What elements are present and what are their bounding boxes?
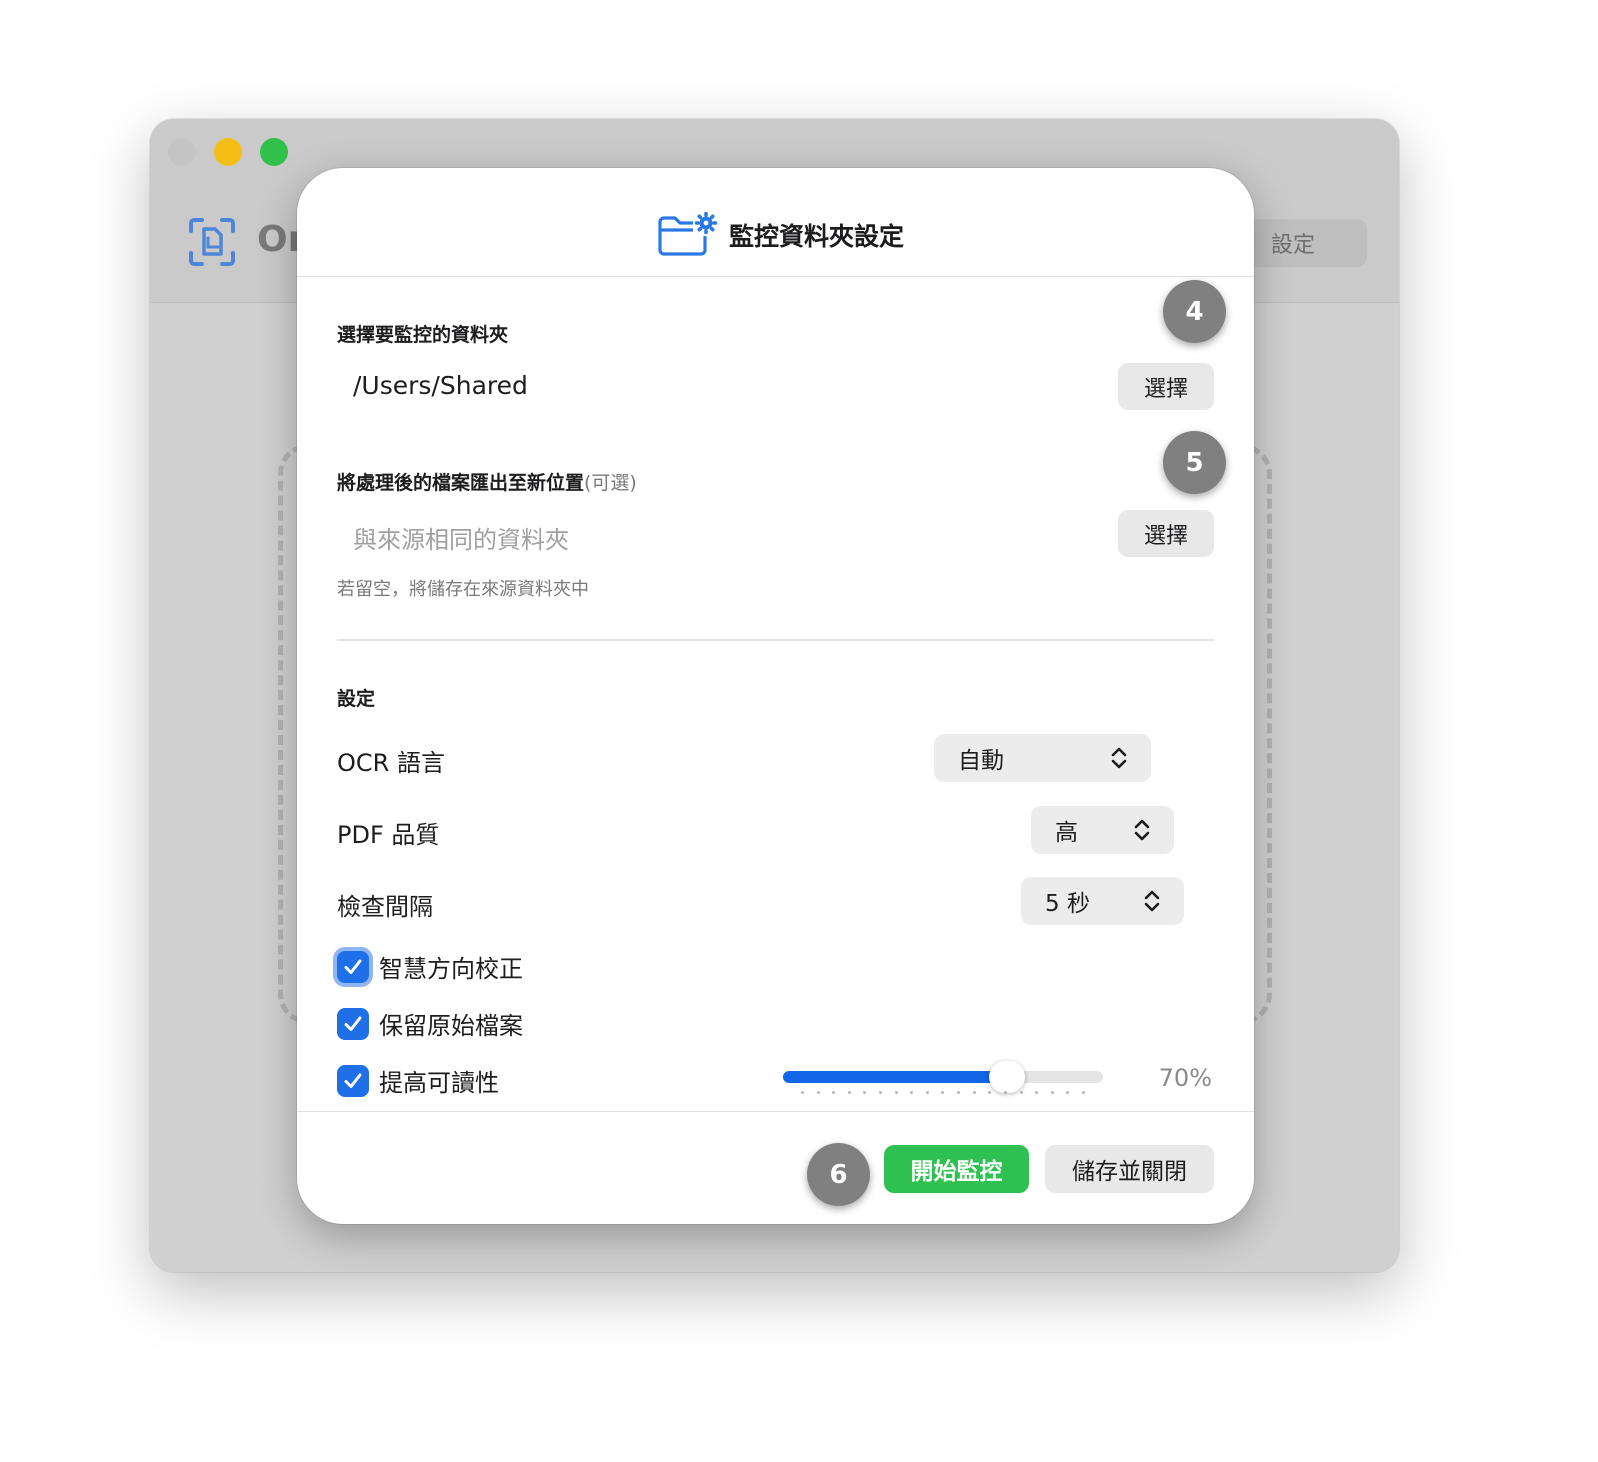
slider-tick xyxy=(894,1091,898,1094)
document-scan-icon xyxy=(189,218,235,266)
smart-orientation-checkbox[interactable] xyxy=(337,950,369,983)
slider-tick xyxy=(1035,1091,1039,1094)
check-interval-select[interactable]: 5 秒 xyxy=(1021,877,1184,925)
pdf-quality-select[interactable]: 高 xyxy=(1031,806,1174,854)
save-and-close-button[interactable]: 儲存並關閉 xyxy=(1045,1145,1214,1193)
ocr-language-label: OCR 語言 xyxy=(337,749,445,777)
pdf-quality-label: PDF 品質 xyxy=(337,821,440,849)
choose-export-folder-button[interactable]: 選擇 xyxy=(1118,510,1214,557)
callout-badge-4: 4 xyxy=(1163,280,1226,343)
check-interval-label: 檢查間隔 xyxy=(337,893,433,921)
slider-tick xyxy=(832,1091,836,1094)
ocr-language-select[interactable]: 自動 xyxy=(934,734,1151,782)
sheet-footer: 開始監控 儲存並關閉 xyxy=(297,1111,1254,1224)
keep-original-label: 保留原始檔案 xyxy=(379,1012,523,1040)
slider-tick xyxy=(1050,1091,1054,1094)
slider-tick xyxy=(910,1091,914,1094)
slider-tick xyxy=(1081,1091,1085,1094)
slider-tick xyxy=(1066,1091,1070,1094)
export-folder-path: 與來源相同的資料夾 xyxy=(353,526,569,554)
smart-orientation-label: 智慧方向校正 xyxy=(379,955,523,983)
export-folder-label: 將處理後的檔案匯出至新位置(可選) xyxy=(337,468,637,495)
settings-section-label: 設定 xyxy=(337,688,376,710)
sheet-title: 監控資料夾設定 xyxy=(729,222,905,251)
folder-settings-icon xyxy=(658,212,717,256)
enhance-readability-label: 提高可讀性 xyxy=(379,1069,499,1097)
export-folder-hint: 若留空，將儲存在來源資料夾中 xyxy=(337,579,589,600)
keep-original-row[interactable]: 保留原始檔案 xyxy=(337,1006,523,1041)
slider-tick xyxy=(925,1091,929,1094)
check-interval-value: 5 秒 xyxy=(1045,891,1090,917)
source-folder-path: /Users/Shared xyxy=(353,371,528,400)
slider-tick xyxy=(1003,1091,1007,1094)
monitor-folder-settings-sheet: 監控資料夾設定 選擇要監控的資料夾 /Users/Shared 選擇 將處理後的… xyxy=(297,168,1254,1224)
optional-tag: (可選) xyxy=(584,472,637,494)
slider-tick xyxy=(1019,1091,1023,1094)
maximize-window-button[interactable] xyxy=(260,138,288,166)
slider-tick xyxy=(957,1091,961,1094)
readability-slider[interactable] xyxy=(783,1061,1103,1101)
start-monitoring-button[interactable]: 開始監控 xyxy=(884,1145,1029,1193)
source-folder-label: 選擇要監控的資料夾 xyxy=(337,324,509,346)
slider-tick xyxy=(879,1091,883,1094)
enhance-readability-checkbox[interactable] xyxy=(337,1064,369,1097)
readability-value: 70% xyxy=(1158,1064,1212,1092)
sheet-header: 監控資料夾設定 xyxy=(297,168,1254,277)
callout-badge-6: 6 xyxy=(807,1143,870,1206)
chevron-up-down-icon xyxy=(1111,747,1127,769)
close-window-button[interactable] xyxy=(168,138,196,166)
slider-tick xyxy=(847,1091,851,1094)
checkmark-icon xyxy=(344,959,362,974)
checkmark-icon xyxy=(344,1016,362,1031)
slider-fill xyxy=(783,1071,1007,1083)
slider-tick xyxy=(972,1091,976,1094)
pdf-quality-value: 高 xyxy=(1055,820,1078,846)
ocr-language-value: 自動 xyxy=(958,748,1004,774)
smart-orientation-row[interactable]: 智慧方向校正 xyxy=(337,949,523,984)
chevron-up-down-icon xyxy=(1144,890,1160,912)
choose-source-folder-button[interactable]: 選擇 xyxy=(1118,363,1214,410)
slider-tick xyxy=(941,1091,945,1094)
slider-ticks xyxy=(801,1091,1085,1097)
slider-tick xyxy=(863,1091,867,1094)
keep-original-checkbox[interactable] xyxy=(337,1007,369,1040)
minimize-window-button[interactable] xyxy=(214,138,242,166)
settings-button-label: 設定 xyxy=(1271,233,1316,258)
slider-tick xyxy=(816,1091,820,1094)
callout-badge-5: 5 xyxy=(1163,431,1226,494)
chevron-up-down-icon xyxy=(1134,819,1150,841)
slider-knob[interactable] xyxy=(989,1061,1025,1093)
slider-tick xyxy=(988,1091,992,1094)
checkmark-icon xyxy=(344,1073,362,1088)
enhance-readability-row[interactable]: 提高可讀性 xyxy=(337,1063,499,1098)
section-divider xyxy=(337,639,1214,641)
slider-tick xyxy=(801,1091,804,1094)
export-folder-label-text: 將處理後的檔案匯出至新位置 xyxy=(337,472,585,494)
